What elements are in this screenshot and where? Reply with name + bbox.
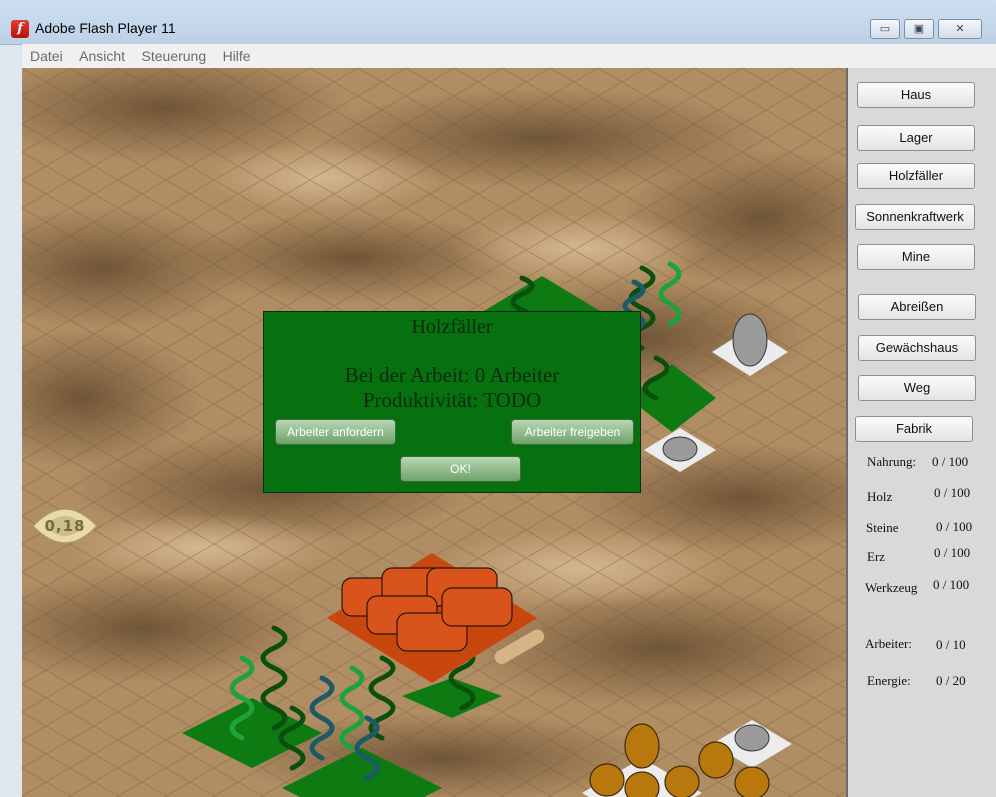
- build-mine-button[interactable]: Mine: [857, 244, 975, 270]
- game-map[interactable]: 0,18 Holzfäller Bei der Arbeit: 0 Arbeit…: [22, 68, 846, 797]
- resource-label-werkzeug: Werkzeug: [865, 580, 918, 595]
- stat-value-arbeiter: 0 / 10: [936, 637, 966, 652]
- window-title: Adobe Flash Player 11: [35, 20, 176, 36]
- resource-value-werkzeug: 0 / 100: [933, 577, 970, 592]
- stone-deposit[interactable]: [732, 313, 768, 367]
- minimize-icon: ▭: [879, 23, 891, 35]
- menu-hilfe[interactable]: Hilfe: [217, 44, 257, 68]
- side-panel: Haus Lager Holzfäller Sonnenkraftwerk Mi…: [846, 68, 996, 797]
- close-icon: ✕: [955, 23, 965, 35]
- resource-value-holz: 0 / 100: [934, 485, 971, 500]
- resource-label-erz: Erz: [867, 549, 886, 564]
- release-workers-button[interactable]: Arbeiter freigeben: [511, 419, 634, 445]
- build-holzfaeller-button[interactable]: Holzfäller: [857, 163, 975, 189]
- stone-deposit[interactable]: [662, 436, 698, 462]
- dialog-workers-text: Bei der Arbeit: 0 Arbeiter: [344, 363, 560, 387]
- resource-label-nahrung: Nahrung:: [867, 454, 917, 469]
- menu-steuerung[interactable]: Steuerung: [136, 44, 213, 68]
- stat-label-energie: Energie:: [867, 673, 911, 688]
- build-sonnenkraftwerk-button[interactable]: Sonnenkraftwerk: [855, 204, 975, 230]
- ok-button[interactable]: OK!: [400, 456, 521, 482]
- build-weg-button[interactable]: Weg: [858, 375, 976, 401]
- build-lager-button[interactable]: Lager: [857, 125, 975, 151]
- menu-bar: Datei Ansicht Steuerung Hilfe: [22, 44, 996, 68]
- maximize-icon: ▣: [913, 23, 925, 35]
- resource-value-erz: 0 / 100: [934, 545, 971, 560]
- stone-deposit[interactable]: [734, 724, 770, 752]
- close-button[interactable]: ✕: [938, 19, 982, 39]
- request-workers-button[interactable]: Arbeiter anfordern: [275, 419, 396, 445]
- stat-label-arbeiter: Arbeiter:: [865, 636, 912, 651]
- menu-datei[interactable]: Datei: [22, 44, 69, 68]
- menu-ansicht[interactable]: Ansicht: [73, 44, 131, 68]
- build-fabrik-button[interactable]: Fabrik: [855, 416, 973, 442]
- demolish-button[interactable]: Abreißen: [858, 294, 976, 320]
- resource-label-steine: Steine: [866, 520, 899, 535]
- maximize-button[interactable]: ▣: [904, 19, 934, 39]
- window-titlebar: f Adobe Flash Player 11 ▭ ▣ ✕: [0, 0, 996, 45]
- zoom-level: 0,18: [44, 517, 86, 535]
- dialog-title: Holzfäller: [411, 316, 493, 338]
- stat-value-energie: 0 / 20: [936, 673, 966, 688]
- flash-icon: f: [11, 20, 29, 38]
- building-dialog: Holzfäller Bei der Arbeit: 0 Arbeiter Pr…: [263, 311, 641, 493]
- dialog-productivity-text: Produktivität: TODO: [362, 388, 542, 412]
- zoom-indicator: 0,18: [29, 500, 101, 552]
- resource-value-nahrung: 0 / 100: [932, 454, 969, 469]
- minimize-button[interactable]: ▭: [870, 19, 900, 39]
- resource-label-holz: Holz: [867, 489, 893, 504]
- build-haus-button[interactable]: Haus: [857, 82, 975, 108]
- resource-value-steine: 0 / 100: [936, 519, 973, 534]
- build-gewaechshaus-button[interactable]: Gewächshaus: [858, 335, 976, 361]
